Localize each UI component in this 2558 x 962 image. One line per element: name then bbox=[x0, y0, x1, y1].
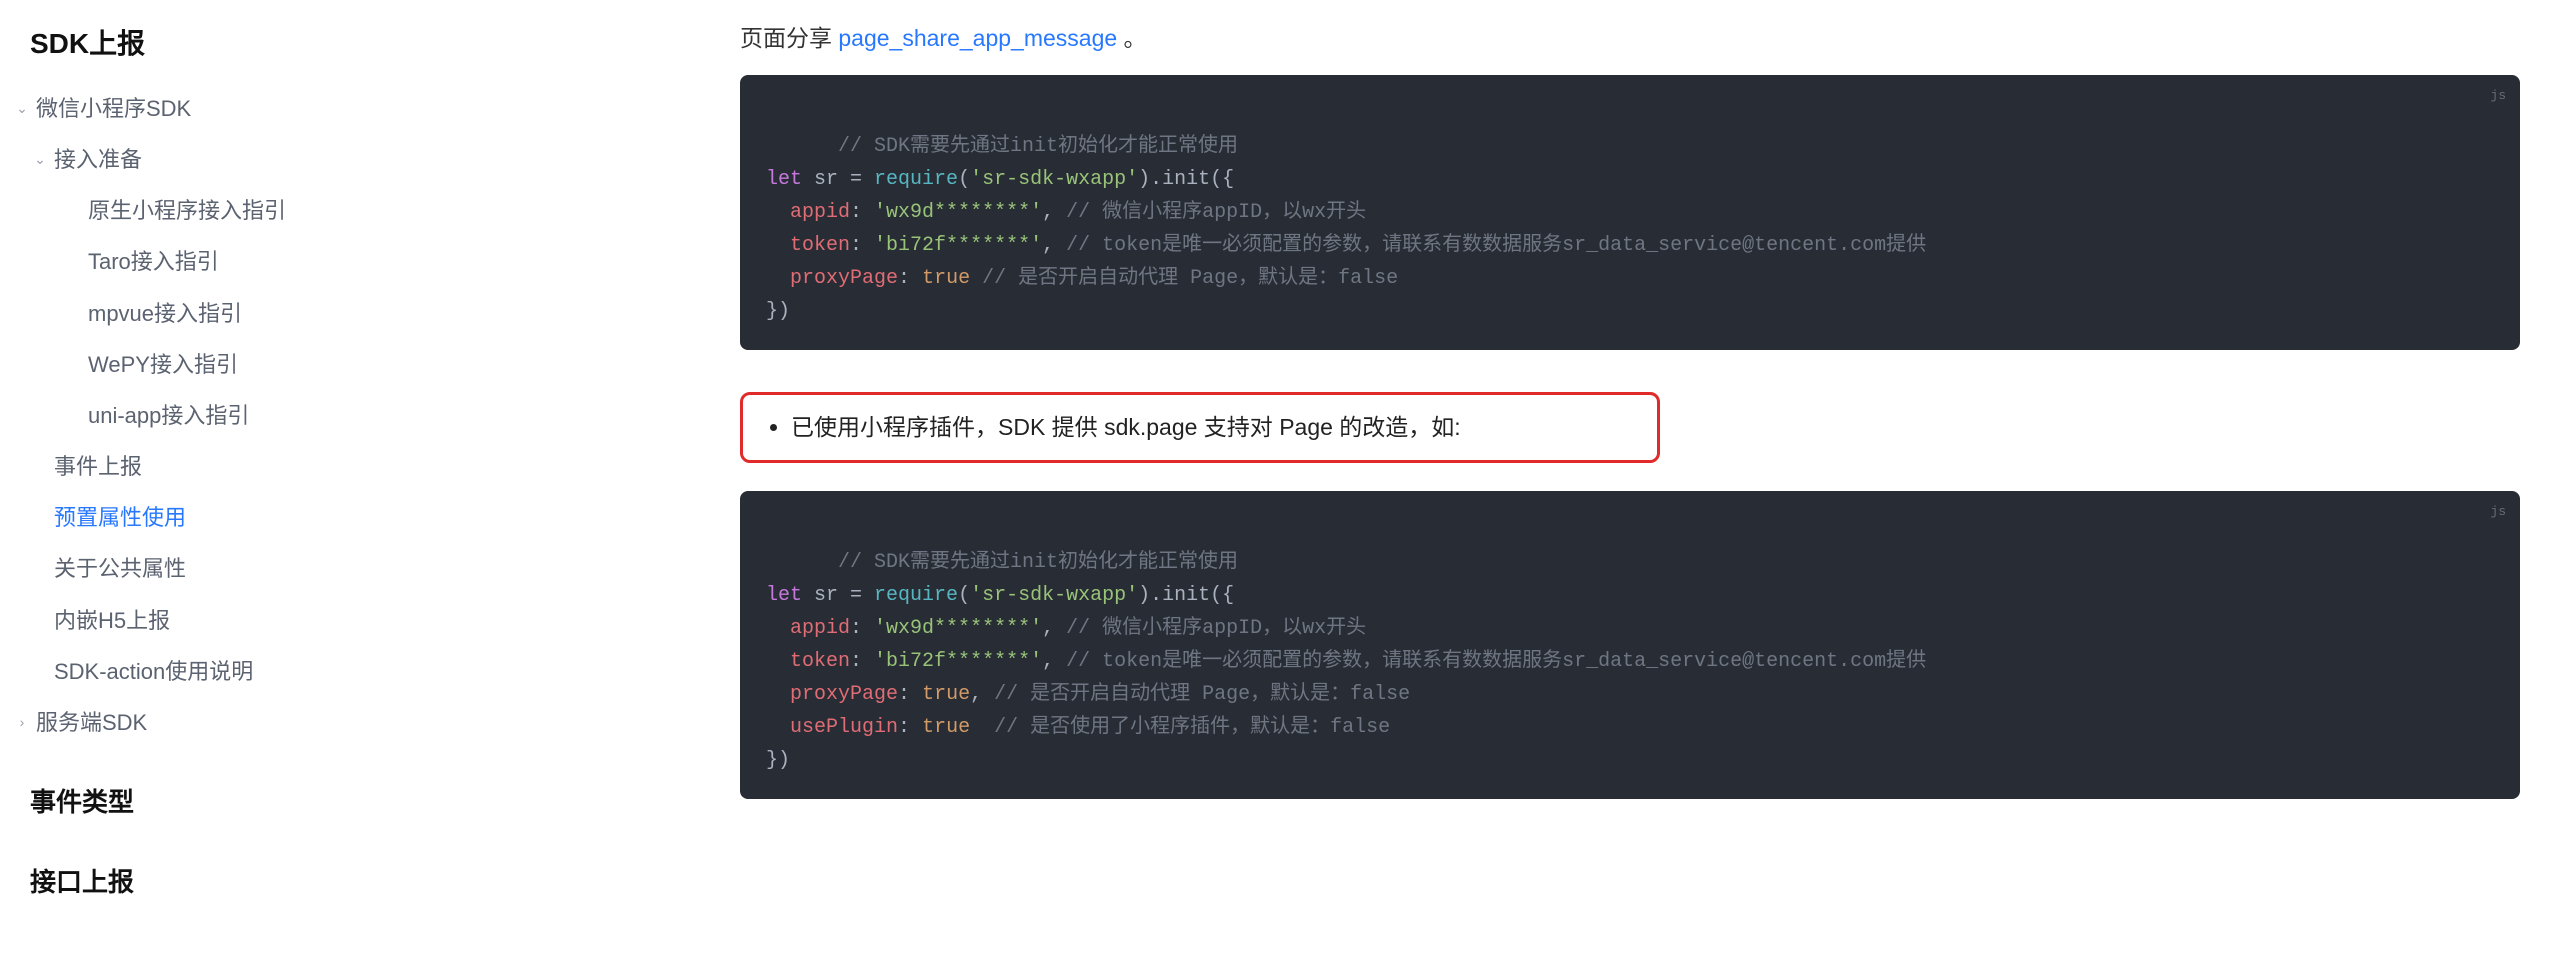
tok-string: 'wx9d********' bbox=[874, 617, 1042, 640]
tok-require: require bbox=[874, 168, 958, 191]
tok-paren: ( bbox=[958, 168, 970, 191]
tok-close: }) bbox=[766, 749, 790, 772]
tok-string: 'sr-sdk-wxapp' bbox=[970, 584, 1138, 607]
sidebar-item-label: 内嵌H5上报 bbox=[54, 603, 170, 638]
tok-paren: ) bbox=[1138, 168, 1150, 191]
sidebar-item-1[interactable]: ⌄ 接入准备 bbox=[0, 134, 380, 185]
sidebar-item-label: 预置属性使用 bbox=[54, 500, 186, 535]
code-lang-tag: js bbox=[2490, 501, 2506, 522]
code-block-2: js// SDK需要先通过init初始化才能正常使用 let sr = requ… bbox=[740, 491, 2520, 799]
sidebar-item-label: 接入准备 bbox=[54, 142, 142, 177]
sidebar-item-label: mpvue接入指引 bbox=[88, 296, 242, 331]
tok-string: 'bi72f*******' bbox=[874, 234, 1042, 257]
tok-string: 'sr-sdk-wxapp' bbox=[970, 168, 1138, 191]
sidebar-item-3[interactable]: Taro接入指引 bbox=[0, 236, 380, 287]
code-comment: // 是否开启自动代理 Page，默认是：false bbox=[994, 683, 1410, 706]
sidebar-item-5[interactable]: WePY接入指引 bbox=[0, 339, 380, 390]
code-comment: // 是否使用了小程序插件，默认是：false bbox=[994, 716, 1390, 739]
sidebar-item-11[interactable]: SDK-action使用说明 bbox=[0, 646, 380, 697]
tok-bool: true bbox=[922, 716, 970, 739]
chevron-right-icon: › bbox=[14, 711, 30, 733]
tok-string: 'wx9d********' bbox=[874, 201, 1042, 224]
tok-bool: true bbox=[922, 267, 970, 290]
sidebar-item-6[interactable]: uni-app接入指引 bbox=[0, 390, 380, 441]
sidebar-item-label: 微信小程序SDK bbox=[36, 91, 191, 126]
tok-var: sr bbox=[802, 168, 850, 191]
tok-require: require bbox=[874, 584, 958, 607]
sidebar-item-label: Taro接入指引 bbox=[88, 244, 219, 279]
sidebar-item-label: 原生小程序接入指引 bbox=[88, 193, 286, 228]
code-lang-tag: js bbox=[2490, 85, 2506, 106]
sidebar-item-label: WePY接入指引 bbox=[88, 347, 238, 382]
tok-prop-token: token bbox=[790, 650, 850, 673]
code-comment: // token是唯一必须配置的参数，请联系有数数据服务sr_data_serv… bbox=[1066, 650, 1926, 673]
sidebar-item-7[interactable]: 事件上报 bbox=[0, 441, 380, 492]
tok-bool: true bbox=[922, 683, 970, 706]
content: 页面分享 page_share_app_message 。 js // SDK需要… bbox=[380, 0, 2558, 911]
nav-heading-api: 接口上报 bbox=[0, 832, 380, 912]
page-share-link[interactable]: page_share_app_message bbox=[838, 25, 1117, 51]
sidebar-item-0[interactable]: ⌄ 微信小程序SDK bbox=[0, 83, 380, 134]
sidebar-item-10[interactable]: 内嵌H5上报 bbox=[0, 595, 380, 646]
code-comment: // 微信小程序appID，以wx开头 bbox=[1066, 201, 1366, 224]
tok-prop-useplugin: usePlugin bbox=[790, 716, 898, 739]
chevron-down-icon: ⌄ bbox=[32, 148, 48, 170]
code-comment: // token是唯一必须配置的参数，请联系有数数据服务sr_data_serv… bbox=[1066, 234, 1926, 257]
tok-let: let bbox=[766, 584, 802, 607]
tok-prop-token: token bbox=[790, 234, 850, 257]
tok-prop-proxy: proxyPage bbox=[790, 267, 898, 290]
tok-init: .init({ bbox=[1150, 584, 1234, 607]
sidebar-item-12[interactable]: › 服务端SDK bbox=[0, 697, 380, 748]
tok-prop-proxy: proxyPage bbox=[790, 683, 898, 706]
chevron-down-icon: ⌄ bbox=[14, 97, 30, 119]
sidebar-item-8[interactable]: 预置属性使用 bbox=[0, 492, 380, 543]
code-comment: // SDK需要先通过init初始化才能正常使用 bbox=[838, 135, 1238, 158]
callout-box: 已使用小程序插件，SDK 提供 sdk.page 支持对 Page 的改造，如: bbox=[740, 392, 1660, 463]
sidebar-item-2[interactable]: 原生小程序接入指引 bbox=[0, 185, 380, 236]
intro-prefix: 页面分享 bbox=[740, 25, 838, 51]
tok-var: sr bbox=[802, 584, 850, 607]
tok-let: let bbox=[766, 168, 802, 191]
sidebar-item-label: 关于公共属性 bbox=[54, 551, 186, 586]
code-comment: // 是否开启自动代理 Page，默认是：false bbox=[970, 267, 1398, 290]
tok-eq: = bbox=[850, 168, 874, 191]
tok-close: }) bbox=[766, 300, 790, 323]
intro-suffix: 。 bbox=[1117, 25, 1146, 51]
code-comment: // 微信小程序appID，以wx开头 bbox=[1066, 617, 1366, 640]
tok-string: 'bi72f*******' bbox=[874, 650, 1042, 673]
tok-prop-appid: appid bbox=[790, 617, 850, 640]
sidebar-item-4[interactable]: mpvue接入指引 bbox=[0, 288, 380, 339]
sidebar-item-label: SDK-action使用说明 bbox=[54, 654, 253, 689]
tok-init: .init({ bbox=[1150, 168, 1234, 191]
sidebar-title: SDK上报 bbox=[0, 12, 380, 79]
nav-heading-events: 事件类型 bbox=[0, 752, 380, 832]
code-block-1: js // SDK需要先通过init初始化才能正常使用 let sr = requ… bbox=[740, 75, 2520, 350]
nav-group: ⌄ 微信小程序SDK ⌄ 接入准备原生小程序接入指引 Taro接入指引 mpvue接入指引… bbox=[0, 79, 380, 752]
callout-text: 已使用小程序插件，SDK 提供 sdk.page 支持对 Page 的改造，如: bbox=[791, 409, 1635, 446]
intro-paragraph: 页面分享 page_share_app_message 。 bbox=[740, 20, 2520, 75]
tok-prop-appid: appid bbox=[790, 201, 850, 224]
sidebar: SDK上报 ⌄ 微信小程序SDK ⌄ 接入准备原生小程序接入指引 Taro接入指引 mpv… bbox=[0, 0, 380, 911]
sidebar-item-9[interactable]: 关于公共属性 bbox=[0, 543, 380, 594]
sidebar-item-label: 事件上报 bbox=[54, 449, 142, 484]
code-comment: // SDK需要先通过init初始化才能正常使用 bbox=[838, 551, 1238, 574]
sidebar-item-label: 服务端SDK bbox=[36, 705, 147, 740]
sidebar-item-label: uni-app接入指引 bbox=[88, 398, 249, 433]
